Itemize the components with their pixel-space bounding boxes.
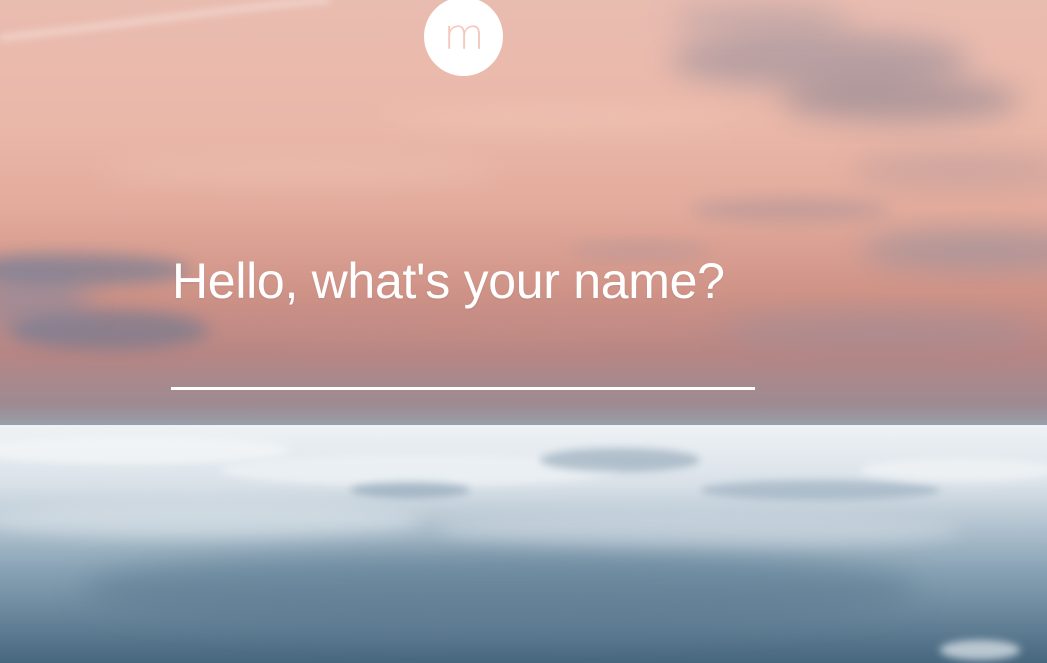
background-sky-clouds bbox=[0, 0, 1047, 663]
logo-letter: m bbox=[443, 9, 485, 59]
name-input[interactable] bbox=[171, 340, 755, 390]
onboarding-screen: m Hello, what's your name? bbox=[0, 0, 1047, 663]
app-logo[interactable]: m bbox=[424, 0, 503, 76]
name-prompt-heading: Hello, what's your name? bbox=[172, 253, 725, 309]
